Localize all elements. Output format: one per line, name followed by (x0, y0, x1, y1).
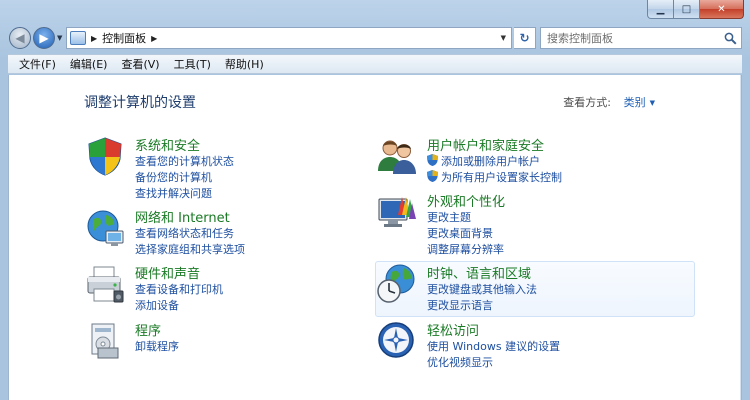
link-recommended-settings[interactable]: 使用 Windows 建议的设置 (427, 338, 560, 354)
link-add-remove-accounts[interactable]: 添加或删除用户帐户 (427, 153, 540, 169)
programs-icon[interactable] (84, 320, 126, 362)
link-devices-printers[interactable]: 查看设备和打印机 (135, 281, 223, 297)
link-change-theme[interactable]: 更改主题 (427, 209, 471, 225)
link-uninstall-program[interactable]: 卸载程序 (135, 338, 179, 354)
content-edge (740, 75, 741, 400)
back-arrow-icon: ◀ (15, 31, 25, 45)
maximize-icon: □ (681, 3, 692, 15)
link-view-computer-status[interactable]: 查看您的计算机状态 (135, 153, 234, 169)
recent-pages-dropdown[interactable]: ▼ (57, 34, 62, 42)
category-title[interactable]: 网络和 Internet (135, 207, 230, 226)
uac-shield-icon (427, 170, 438, 182)
menu-file[interactable]: 文件(F) (12, 56, 63, 72)
breadcrumb-control-panel[interactable]: 控制面板 (102, 30, 146, 46)
title-bar: ▁ □ ✕ (0, 0, 750, 24)
address-bar[interactable]: ▶ 控制面板 ▶ ▼ (66, 27, 512, 49)
chevron-right-icon[interactable]: ▶ (91, 34, 97, 43)
category-title[interactable]: 轻松访问 (427, 320, 479, 339)
category-title[interactable]: 系统和安全 (135, 135, 200, 154)
forward-arrow-icon: ▶ (39, 31, 49, 45)
minimize-icon: ▁ (656, 3, 665, 15)
uac-shield-icon (427, 154, 438, 166)
caption-buttons: ▁ □ ✕ (647, 0, 744, 20)
maximize-button[interactable]: □ (674, 0, 700, 19)
view-by-label: 查看方式: (563, 96, 611, 109)
link-network-status[interactable]: 查看网络状态和任务 (135, 225, 234, 241)
forward-button[interactable]: ▶ (33, 27, 55, 49)
refresh-button[interactable]: ↻ (514, 27, 536, 49)
link-troubleshoot[interactable]: 查找并解决问题 (135, 185, 212, 201)
category-title[interactable]: 硬件和声音 (135, 263, 200, 282)
category-title[interactable]: 外观和个性化 (427, 191, 505, 210)
minimize-button[interactable]: ▁ (647, 0, 674, 19)
users-icon[interactable] (376, 135, 418, 177)
refresh-icon: ↻ (519, 31, 530, 45)
page-title: 调整计算机的设置 (84, 95, 196, 111)
search-box[interactable] (540, 27, 742, 49)
link-parental-controls[interactable]: 为所有用户设置家长控制 (427, 169, 562, 185)
menu-help[interactable]: 帮助(H) (218, 56, 271, 72)
back-button[interactable]: ◀ (9, 27, 31, 49)
chevron-right-icon[interactable]: ▶ (151, 34, 157, 43)
menu-tools[interactable]: 工具(T) (167, 56, 218, 72)
view-by-value: 类别 (623, 96, 646, 109)
category-title[interactable]: 用户帐户和家庭安全 (427, 135, 544, 154)
link-text: 为所有用户设置家长控制 (441, 171, 562, 184)
link-screen-resolution[interactable]: 调整屏幕分辨率 (427, 241, 504, 257)
link-keyboard-input[interactable]: 更改键盘或其他输入法 (427, 281, 537, 297)
monitor-paint-icon[interactable] (376, 191, 418, 233)
link-homegroup-sharing[interactable]: 选择家庭组和共享选项 (135, 241, 245, 257)
address-history-dropdown[interactable]: ▼ (501, 34, 506, 42)
search-icon[interactable] (724, 32, 737, 45)
content-pane: 调整计算机的设置 查看方式: 类别 ▼ 系统和安全 查看您的计算机状态 备份您的计… (8, 75, 742, 400)
menu-edit[interactable]: 编辑(E) (63, 56, 115, 72)
close-icon: ✕ (717, 3, 726, 15)
window-frame: ▁ □ ✕ ◀ ▶ ▼ ▶ 控制面板 ▶ ▼ ↻ 文件(F) 编辑(E) 查看(… (0, 0, 750, 400)
link-backup-computer[interactable]: 备份您的计算机 (135, 169, 212, 185)
menu-view[interactable]: 查看(V) (114, 56, 166, 72)
close-button[interactable]: ✕ (700, 0, 744, 19)
search-input[interactable] (547, 31, 722, 45)
control-panel-icon (70, 31, 86, 45)
link-display-language[interactable]: 更改显示语言 (427, 297, 493, 313)
menu-bar: 文件(F) 编辑(E) 查看(V) 工具(T) 帮助(H) (8, 54, 742, 74)
navigation-bar: ◀ ▶ ▼ ▶ 控制面板 ▶ ▼ ↻ (0, 24, 750, 54)
category-title[interactable]: 程序 (135, 320, 161, 339)
category-title[interactable]: 时钟、语言和区域 (427, 263, 531, 282)
link-desktop-background[interactable]: 更改桌面背景 (427, 225, 493, 241)
ease-of-access-icon[interactable] (376, 320, 418, 362)
link-add-device[interactable]: 添加设备 (135, 297, 179, 313)
security-shield-icon[interactable] (84, 135, 126, 177)
clock-globe-icon[interactable] (376, 263, 418, 305)
link-optimize-display[interactable]: 优化视频显示 (427, 354, 493, 370)
network-globe-icon[interactable] (84, 207, 126, 249)
printer-icon[interactable] (84, 263, 126, 305)
link-text: 添加或删除用户帐户 (441, 155, 540, 168)
view-by-dropdown[interactable]: 类别 ▼ (624, 94, 655, 110)
dropdown-arrow-icon: ▼ (649, 99, 655, 107)
